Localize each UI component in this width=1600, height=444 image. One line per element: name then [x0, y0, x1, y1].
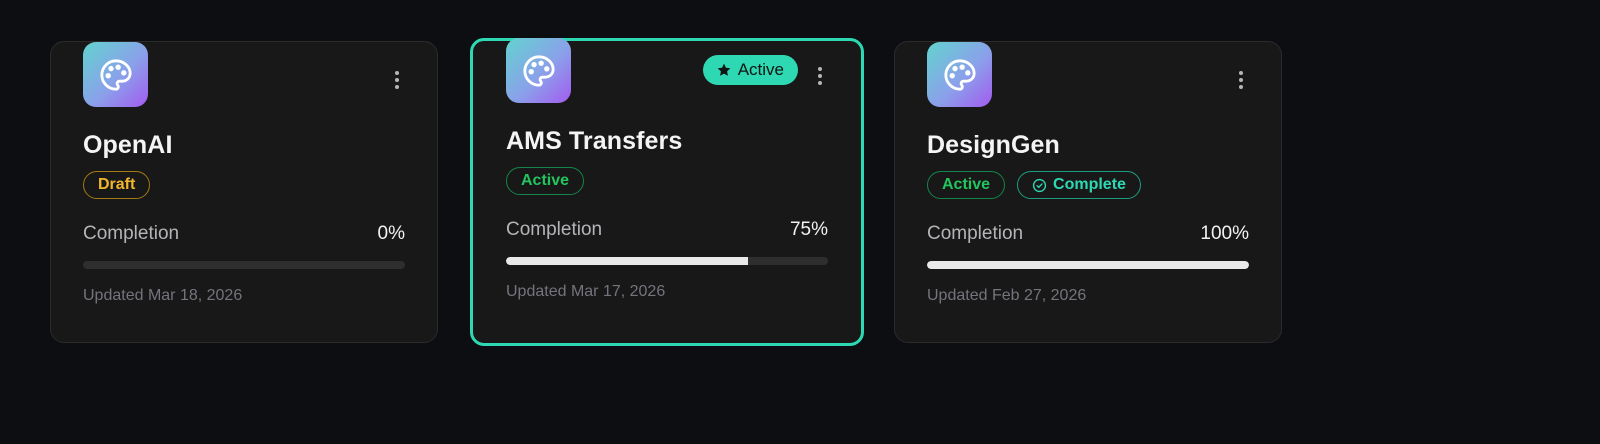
project-title: OpenAI	[83, 131, 173, 159]
more-vertical-icon	[818, 67, 822, 71]
pinned-badge-label: Active	[737, 60, 784, 79]
status-tags: Active Complete	[927, 171, 1141, 199]
status-badge-complete: Complete	[1017, 171, 1141, 199]
completion-value: 100%	[1200, 223, 1249, 244]
updated-date: Updated Mar 18, 2026	[83, 287, 243, 304]
progress-fill	[927, 261, 1249, 269]
status-badge-active: Active	[506, 167, 585, 195]
complete-tag-label: Complete	[1053, 176, 1126, 193]
star-icon	[717, 63, 731, 76]
completion-value: 75%	[789, 219, 828, 240]
updated-date: Updated Feb 27, 2026	[927, 287, 1087, 304]
completion-progress-bar	[506, 257, 828, 265]
check-circle-icon	[1032, 178, 1047, 192]
more-vertical-icon	[395, 71, 399, 75]
project-icon	[927, 42, 992, 107]
project-card-designgen[interactable]: DesignGen Active Complete Completion 100…	[894, 41, 1282, 343]
palette-icon	[99, 58, 132, 91]
project-card-ams-transfers[interactable]: Active AMS Transfers Active Completion 7…	[470, 38, 864, 346]
card-menu-button[interactable]	[1233, 69, 1249, 91]
palette-icon	[522, 54, 555, 87]
project-icon	[83, 42, 148, 107]
completion-label: Completion	[506, 219, 603, 240]
project-title: DesignGen	[927, 131, 1060, 159]
completion-progress-bar	[927, 261, 1249, 269]
status-tags: Active	[506, 167, 585, 195]
more-vertical-icon	[1239, 71, 1243, 75]
status-badge-active: Active	[927, 171, 1006, 199]
project-title: AMS Transfers	[506, 127, 683, 155]
pinned-active-badge: Active	[702, 55, 798, 85]
project-card-openai[interactable]: OpenAI Draft Completion 0% Updated Mar 1…	[50, 41, 438, 343]
completion-label: Completion	[927, 223, 1024, 244]
updated-date: Updated Mar 17, 2026	[506, 283, 666, 300]
card-menu-button[interactable]	[389, 69, 405, 91]
palette-icon	[943, 58, 976, 91]
progress-fill	[506, 257, 748, 265]
completion-label: Completion	[83, 223, 180, 244]
status-badge-draft: Draft	[83, 171, 151, 199]
completion-value: 0%	[377, 223, 405, 244]
status-tags: Draft	[83, 171, 151, 199]
card-menu-button[interactable]	[812, 65, 828, 87]
project-icon	[506, 38, 571, 103]
completion-progress-bar	[83, 261, 405, 269]
